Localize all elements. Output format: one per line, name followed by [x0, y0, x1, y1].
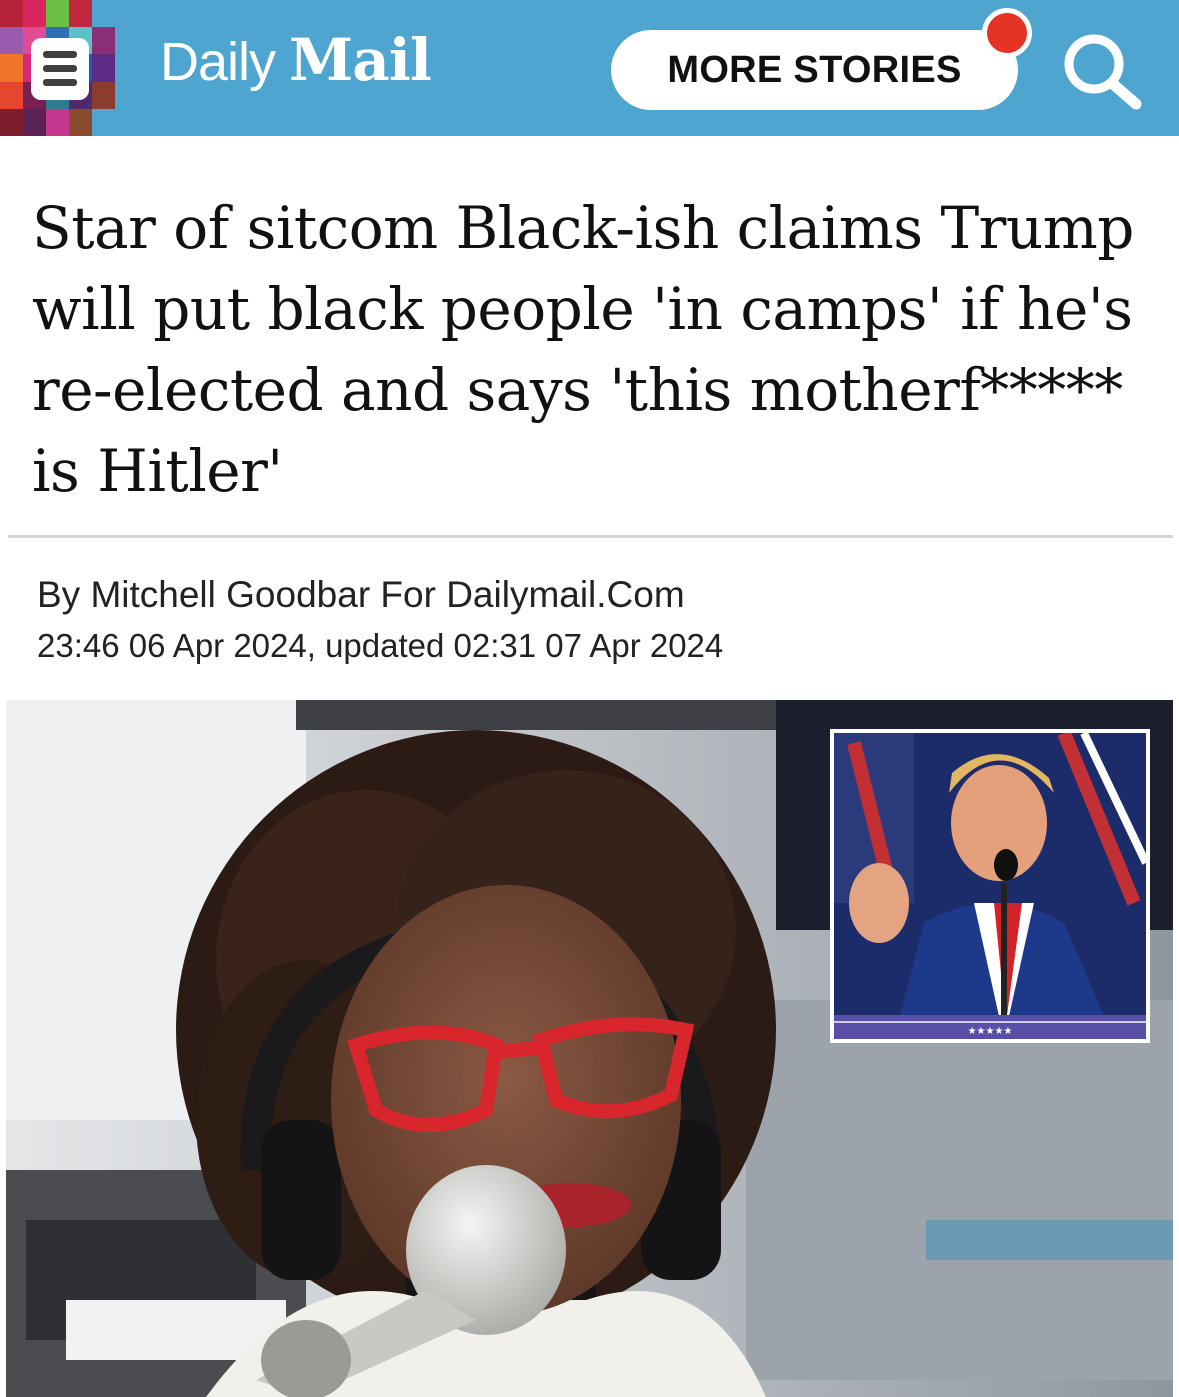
article-byline[interactable]: By Mitchell Goodbar For Dailymail.Com: [37, 574, 685, 616]
logo-daily-text: Daily: [160, 32, 276, 92]
more-stories-button[interactable]: MORE STORIES: [611, 30, 1018, 110]
inset-photo[interactable]: ★★★★★: [830, 729, 1150, 1043]
article-main-image[interactable]: ★★★★★: [6, 700, 1173, 1397]
search-button[interactable]: [1056, 24, 1148, 116]
divider: [8, 535, 1173, 538]
inset-photo-illustration: ★★★★★: [834, 733, 1146, 1039]
menu-button[interactable]: [0, 0, 138, 136]
hamburger-menu-icon: [31, 38, 89, 100]
article-dateline: 23:46 06 Apr 2024, updated 02:31 07 Apr …: [37, 627, 724, 664]
search-icon: [1064, 34, 1142, 110]
inset-banner-stars: ★★★★★: [968, 1026, 1013, 1037]
site-header: Daily Mail MORE STORIES: [0, 0, 1179, 136]
notification-dot: [982, 8, 1032, 58]
site-logo[interactable]: Daily Mail: [160, 26, 432, 106]
article-headline: Star of sitcom Black-ish claims Trump wi…: [32, 194, 1134, 505]
logo-mail-text: Mail: [289, 26, 432, 94]
